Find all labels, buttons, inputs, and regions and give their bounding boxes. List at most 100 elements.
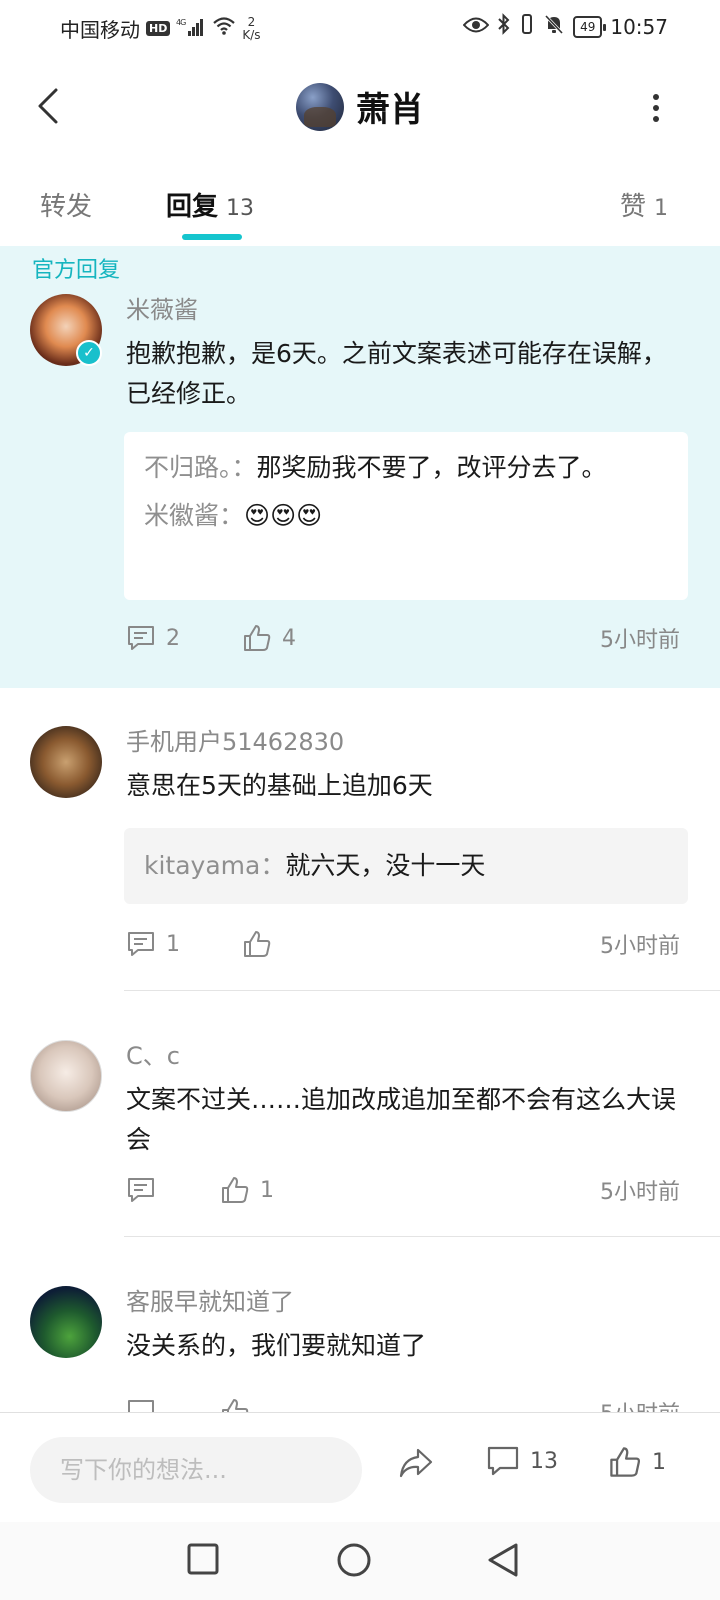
likes-count: 1 — [652, 1449, 666, 1475]
tab-like-label: 赞 — [619, 192, 646, 222]
tab-bar: 转发 回复 13 赞1 — [0, 176, 720, 246]
timestamp: 5小时前 — [600, 628, 680, 653]
comment-author[interactable]: 客服早就知道了 — [126, 1282, 294, 1317]
bluetooth-icon — [497, 13, 511, 40]
reply-count: 1 — [166, 931, 180, 957]
sub-reply-author[interactable]: kitayama — [144, 851, 260, 880]
status-left: 中国移动 HD 4G 2 K/s — [60, 14, 261, 43]
official-reply-label: 官方回复 — [32, 258, 121, 283]
sub-reply[interactable]: kitayama：就六天，没十一天 — [144, 842, 668, 890]
more-dot-icon — [653, 116, 659, 122]
avatar[interactable] — [30, 1286, 102, 1358]
mute-bell-icon — [543, 13, 565, 40]
recents-button[interactable] — [186, 1542, 220, 1580]
tab-forward-label: 转发 — [40, 192, 93, 222]
avatar[interactable] — [30, 726, 102, 798]
comment-icon — [128, 932, 154, 956]
carrier-name: 中国移动 — [60, 18, 140, 42]
thumbs-up-icon — [244, 625, 271, 651]
comment-actions: 1 5小时前 — [126, 924, 680, 964]
official-reply-card: 官方回复 ✓ 米薇酱 抱歉抱歉，是6天。之前文案表述可能存在误解，已经修正。 不… — [0, 246, 720, 688]
like-button[interactable] — [242, 929, 282, 959]
like-count: 1 — [260, 1177, 274, 1203]
sub-reply-author[interactable]: 不归路。 — [144, 453, 232, 482]
page-title: 萧肖 — [356, 90, 424, 130]
divider — [124, 1236, 720, 1237]
speed-value: 2 — [247, 14, 256, 29]
comment-text[interactable]: 没关系的，我们要就知道了 — [126, 1326, 680, 1366]
tab-reply[interactable]: 回复 13 — [166, 186, 254, 223]
verified-badge-icon: ✓ — [76, 340, 102, 366]
thumbs-up-icon — [244, 931, 271, 957]
comment-text[interactable]: 文案不过关……追加改成追加至都不会有这么大误会 — [126, 1080, 680, 1160]
comment-author[interactable]: 米薇酱 — [126, 290, 198, 325]
thumbs-up-icon — [610, 1447, 641, 1477]
comment-actions: 2 4 5小时前 — [126, 618, 680, 658]
sub-reply-separator: ： — [219, 501, 245, 530]
title-group[interactable]: 萧肖 — [0, 82, 720, 131]
comment-icon — [128, 1178, 154, 1202]
triangle-back-icon — [488, 1543, 518, 1577]
divider — [124, 990, 720, 991]
sub-replies-box[interactable]: kitayama：就六天，没十一天 — [124, 828, 688, 904]
status-bar: 中国移动 HD 4G 2 K/s 49 10:57 — [0, 0, 720, 54]
clock: 10:57 — [610, 14, 668, 39]
comment-text[interactable]: 意思在5天的基础上追加6天 — [126, 766, 680, 806]
back-nav-button[interactable] — [486, 1542, 520, 1582]
speed-unit: K/s — [242, 27, 261, 42]
reply-button[interactable] — [126, 1176, 220, 1204]
timestamp: 5小时前 — [600, 1180, 680, 1205]
system-navigation-bar — [0, 1522, 720, 1600]
eye-icon — [462, 15, 490, 39]
reply-count: 2 — [166, 625, 180, 651]
tab-reply-count: 13 — [226, 196, 255, 221]
home-button[interactable] — [336, 1542, 372, 1582]
sub-replies-box[interactable]: 不归路。：那奖励我不要了，改评分去了。 米徽酱：😍😍😍 — [124, 432, 688, 600]
comments-button[interactable]: 13 — [486, 1445, 558, 1477]
comment-input[interactable]: 写下你的想法... — [30, 1437, 362, 1503]
vibrate-icon — [519, 13, 535, 40]
sub-reply-author[interactable]: 米徽酱 — [144, 501, 219, 530]
signal-icon: 4G — [176, 17, 206, 41]
battery-indicator: 49 — [573, 15, 607, 38]
sub-reply-text: 就六天，没十一天 — [285, 851, 486, 880]
like-button[interactable]: 4 — [242, 623, 296, 653]
tab-like[interactable]: 赞1 — [620, 186, 668, 223]
sub-reply[interactable]: 米徽酱：😍😍😍 — [144, 492, 668, 540]
tab-active-indicator — [182, 234, 242, 240]
sub-reply-separator: ： — [231, 453, 257, 482]
tab-forward[interactable]: 转发 — [40, 186, 92, 223]
sub-reply-text: 那奖励我不要了，改评分去了。 — [256, 453, 607, 482]
like-button[interactable]: 1 — [220, 1175, 274, 1205]
comment-icon — [128, 626, 154, 650]
tab-like-count: 1 — [654, 196, 668, 221]
like-button[interactable]: 1 — [608, 1445, 666, 1479]
bottom-action-bar: 写下你的想法... 13 1 — [0, 1412, 720, 1522]
sub-reply-separator: ： — [260, 851, 286, 880]
author-avatar[interactable] — [296, 82, 344, 131]
more-dot-icon — [653, 94, 659, 100]
reply-button[interactable]: 2 — [126, 624, 242, 652]
status-right: 49 10:57 — [462, 13, 668, 40]
network-type: 4G — [176, 18, 186, 27]
avatar[interactable] — [30, 1040, 102, 1112]
share-icon — [399, 1448, 433, 1478]
wifi-icon — [212, 16, 236, 41]
comments-count: 13 — [530, 1448, 558, 1474]
share-button[interactable] — [398, 1447, 434, 1483]
comment-text[interactable]: 抱歉抱歉，是6天。之前文案表述可能存在误解，已经修正。 — [126, 334, 680, 414]
thumbs-up-icon — [222, 1177, 249, 1203]
more-options-button[interactable] — [644, 90, 668, 126]
sub-reply[interactable]: 不归路。：那奖励我不要了，改评分去了。 — [144, 444, 668, 492]
sub-reply-text: 😍😍😍 — [244, 501, 323, 530]
comment-author[interactable]: 手机用户51462830 — [126, 722, 344, 757]
network-speed: 2 K/s — [242, 14, 261, 42]
timestamp: 5小时前 — [600, 934, 680, 959]
comment-author[interactable]: C、c — [126, 1036, 180, 1071]
reply-button[interactable]: 1 — [126, 930, 242, 958]
square-icon — [187, 1543, 219, 1575]
hd-badge: HD — [146, 21, 171, 36]
comment-actions: 1 5小时前 — [126, 1170, 680, 1210]
like-count: 4 — [282, 625, 296, 651]
more-dot-icon — [653, 105, 659, 111]
